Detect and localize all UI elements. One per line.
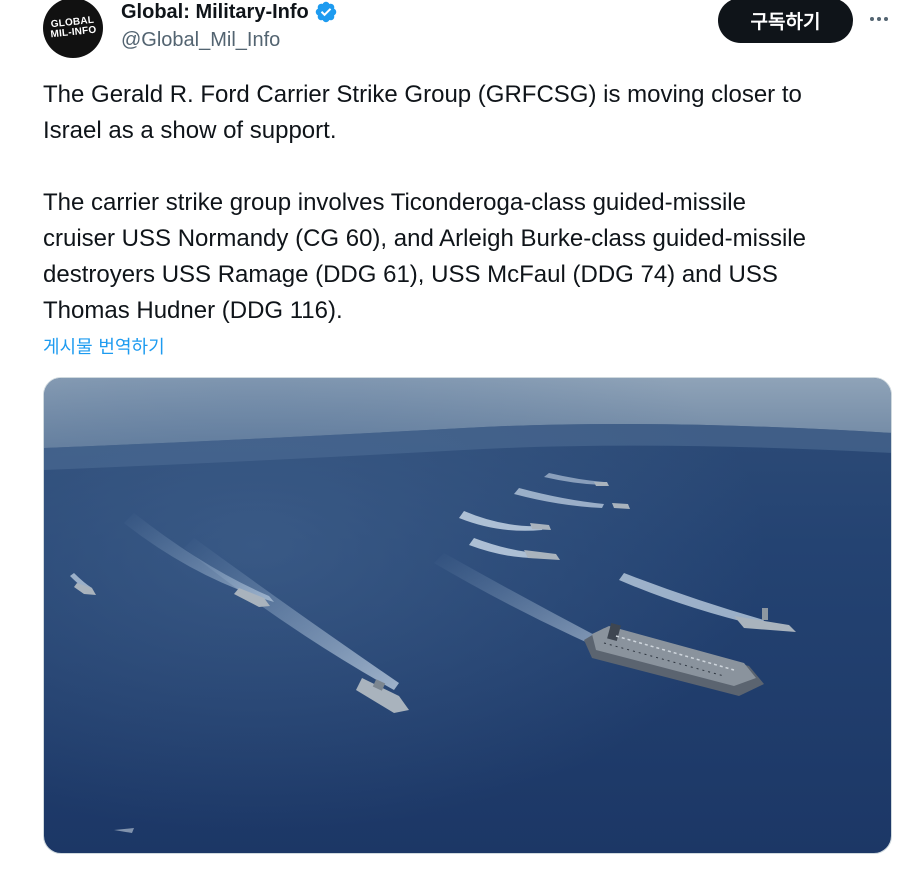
tweet-line: The Gerald R. Ford Carrier Strike Group … — [43, 81, 802, 108]
verified-badge-icon[interactable] — [314, 0, 338, 24]
author-handle[interactable]: @Global_Mil_Info — [121, 29, 280, 52]
translate-post-link[interactable]: 게시물 번역하기 — [43, 333, 165, 359]
subscribe-button[interactable]: 구독하기 — [718, 0, 853, 43]
tweet-text: The Gerald R. Ford Carrier Strike Group … — [43, 77, 893, 329]
carrier-strike-group-photo — [44, 378, 891, 853]
display-name[interactable]: Global: Military-Info — [121, 1, 309, 24]
tweet-media-image[interactable] — [43, 377, 892, 854]
tweet-line: The carrier strike group involves Ticond… — [43, 189, 746, 216]
more-horizontal-icon[interactable] — [866, 6, 892, 32]
avatar[interactable]: GLOBAL MIL-INFO — [43, 0, 103, 58]
tweet-line: Thomas Hudner (DDG 116). — [43, 297, 343, 324]
tweet-line: destroyers USS Ramage (DDG 61), USS McFa… — [43, 261, 778, 288]
author-name-row: Global: Military-Info — [121, 0, 338, 24]
avatar-logo: GLOBAL MIL-INFO — [49, 14, 97, 41]
tweet-line: Israel as a show of support. — [43, 117, 337, 144]
tweet-line: cruiser USS Normandy (CG 60), and Arleig… — [43, 225, 806, 252]
